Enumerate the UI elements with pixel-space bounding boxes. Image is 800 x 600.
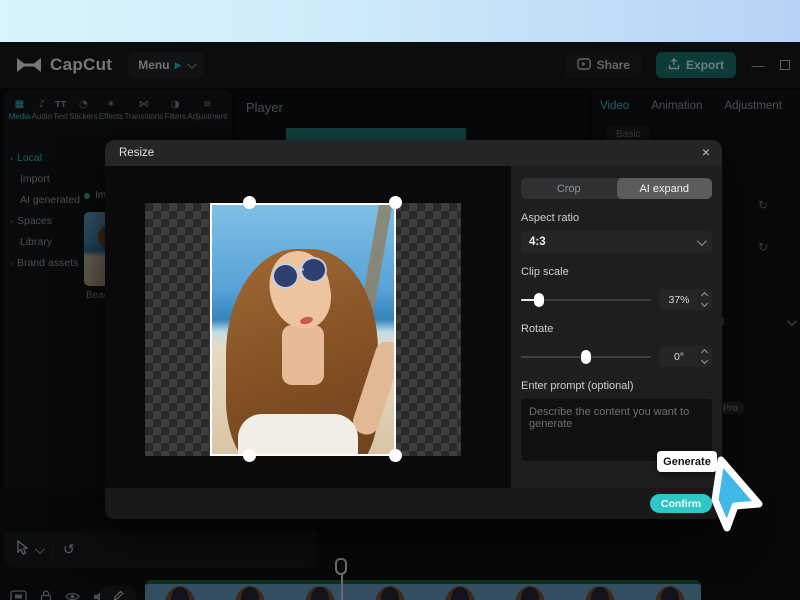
desktop-background <box>0 0 800 42</box>
aspect-ratio-select[interactable]: 4:3 <box>521 231 712 253</box>
stepper-down-icon[interactable] <box>701 357 708 364</box>
rotate-label: Rotate <box>521 323 712 335</box>
photo-sunglasses-left <box>272 263 299 289</box>
preview-area <box>105 166 511 488</box>
clip-scale-knob[interactable] <box>534 293 544 307</box>
stepper-up-icon[interactable] <box>701 349 708 356</box>
crop-handle-bottom-right[interactable] <box>389 449 402 462</box>
chevron-down-icon <box>697 236 707 246</box>
resize-dialog: Resize × <box>105 140 722 519</box>
clip-scale-label: Clip scale <box>521 266 712 278</box>
dialog-title: Resize <box>119 147 154 159</box>
dialog-header: Resize × <box>105 140 722 166</box>
clip-scale-stepper: 37% <box>659 289 712 310</box>
aspect-ratio-label: Aspect ratio <box>521 212 712 224</box>
stepper-down-icon[interactable] <box>701 300 708 307</box>
dialog-controls: Crop AI expand Aspect ratio 4:3 Clip sca… <box>511 166 722 488</box>
photo-preview[interactable] <box>210 203 396 456</box>
crop-handle-top-left[interactable] <box>243 196 256 209</box>
rotate-stepper: 0° <box>659 346 712 367</box>
screen: CapCut Menu ▶ Share Export <box>0 0 800 600</box>
tab-crop[interactable]: Crop <box>521 178 617 199</box>
rotate-value: 0° <box>659 351 699 363</box>
prompt-label: Enter prompt (optional) <box>521 380 712 392</box>
clip-scale-slider[interactable] <box>521 293 651 307</box>
photo-white-top <box>238 414 358 456</box>
crop-handle-top-right[interactable] <box>389 196 402 209</box>
mode-switcher: Crop AI expand <box>521 178 712 199</box>
close-icon[interactable]: × <box>702 144 710 160</box>
dialog-footer: Confirm <box>105 488 722 519</box>
tab-ai-expand[interactable]: AI expand <box>617 178 713 199</box>
crop-handle-bottom-left[interactable] <box>243 449 256 462</box>
rotate-slider[interactable] <box>521 350 651 364</box>
photo-neck <box>282 325 324 385</box>
rotate-knob[interactable] <box>581 350 591 364</box>
transparency-checkerboard <box>145 203 461 456</box>
stepper-up-icon[interactable] <box>701 292 708 299</box>
clip-scale-value: 37% <box>659 294 699 306</box>
pointer-cursor-icon <box>693 452 767 541</box>
